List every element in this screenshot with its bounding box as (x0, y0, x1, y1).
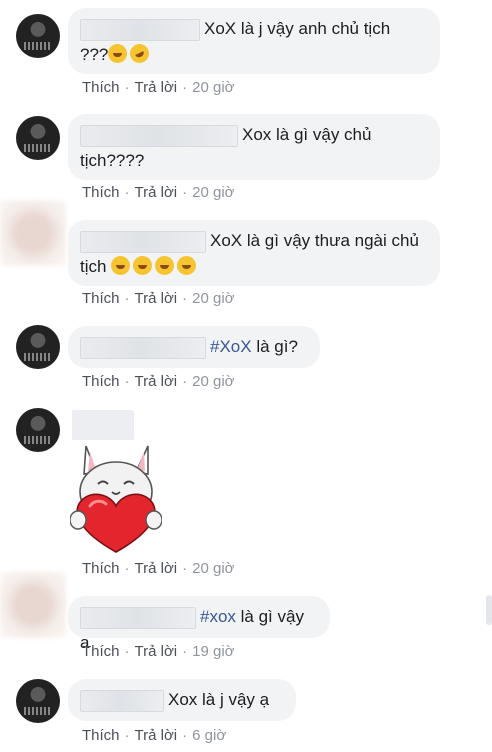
comment-actions: Thích · Trả lời · 19 giờ (82, 643, 235, 660)
avatar[interactable] (16, 116, 60, 160)
laughing-emoji-icon (133, 256, 153, 275)
like-link[interactable]: Thích (82, 560, 120, 577)
reply-link[interactable]: Trả lời (135, 643, 178, 660)
blurred-author-name[interactable] (80, 336, 206, 359)
reply-link[interactable]: Trả lời (135, 79, 178, 96)
comment-bubble: XoX là j vậy anh chủ tịch ??? (68, 8, 440, 74)
timestamp[interactable]: 20 giờ (192, 184, 234, 201)
like-link[interactable]: Thích (82, 290, 120, 307)
avatar[interactable] (0, 200, 66, 266)
comment-text: Xox là gì vậy chủ (242, 125, 372, 144)
comment-text: là gì? (251, 337, 298, 356)
avatar[interactable] (0, 572, 66, 638)
comment-text: XoX là j vậy anh chủ tịch (204, 19, 391, 38)
laughing-emoji-icon (111, 256, 131, 275)
comment-text-line2: tịch???? (80, 151, 145, 170)
reply-link[interactable]: Trả lời (135, 727, 178, 744)
laughing-emoji-icon (108, 44, 128, 63)
hashtag-link[interactable]: #xox (200, 607, 236, 626)
like-link[interactable]: Thích (82, 79, 120, 96)
avatar[interactable] (16, 679, 60, 723)
like-link[interactable]: Thích (82, 373, 120, 390)
comment-text: Xox là j vậy ạ (168, 690, 270, 709)
like-link[interactable]: Thích (82, 184, 120, 201)
blurred-author-name[interactable] (72, 410, 134, 440)
comment-actions: Thích · Trả lời · 20 giờ (82, 184, 235, 201)
avatar[interactable] (16, 325, 60, 369)
comment-actions: Thích · Trả lời · 20 giờ (82, 560, 235, 577)
comment-bubble: #xox là gì vậy a (68, 596, 330, 652)
comment-bubble: Xox là gì vậy chủ tịch???? (68, 114, 440, 180)
comment-actions: Thích · Trả lời · 20 giờ (82, 290, 235, 307)
comment-text-line2: ??? (80, 45, 109, 64)
blurred-author-name[interactable] (80, 124, 238, 147)
hashtag-link[interactable]: #XoX (210, 337, 252, 356)
comment-bubble: Xox là j vậy ạ (68, 679, 296, 721)
laughing-emoji-icon (177, 256, 197, 275)
comment-text: XoX là gì vậy thưa ngài chủ (210, 231, 419, 250)
avatar[interactable] (16, 14, 60, 58)
comment-bubble: #XoX là gì? (68, 326, 320, 368)
comment-text-line2: tịch (80, 257, 107, 276)
reply-link[interactable]: Trả lời (135, 560, 178, 577)
reply-link[interactable]: Trả lời (135, 290, 178, 307)
timestamp[interactable]: 20 giờ (192, 373, 234, 390)
like-link[interactable]: Thích (82, 643, 120, 660)
comment-actions: Thích · Trả lời · 6 giờ (82, 727, 227, 744)
like-link[interactable]: Thích (82, 727, 120, 744)
blurred-author-name[interactable] (80, 18, 200, 41)
timestamp[interactable]: 20 giờ (192, 290, 234, 307)
blurred-author-name[interactable] (80, 230, 206, 253)
timestamp[interactable]: 20 giờ (192, 560, 234, 577)
timestamp[interactable]: 6 giờ (192, 727, 226, 744)
blurred-author-name[interactable] (80, 689, 164, 712)
comment-bubble: XoX là gì vậy thưa ngài chủ tịch (68, 220, 440, 286)
heart-sticker-icon (70, 445, 162, 553)
reply-link[interactable]: Trả lời (135, 373, 178, 390)
reply-link[interactable]: Trả lời (135, 184, 178, 201)
rofl-emoji-icon (127, 40, 153, 67)
comment-actions: Thích · Trả lời · 20 giờ (82, 79, 235, 96)
blurred-author-name[interactable] (80, 606, 196, 629)
scrollbar[interactable] (486, 595, 492, 625)
laughing-emoji-icon (155, 256, 175, 275)
timestamp[interactable]: 20 giờ (192, 79, 234, 96)
timestamp[interactable]: 19 giờ (192, 643, 234, 660)
comment-actions: Thích · Trả lời · 20 giờ (82, 373, 235, 390)
avatar[interactable] (16, 408, 60, 452)
